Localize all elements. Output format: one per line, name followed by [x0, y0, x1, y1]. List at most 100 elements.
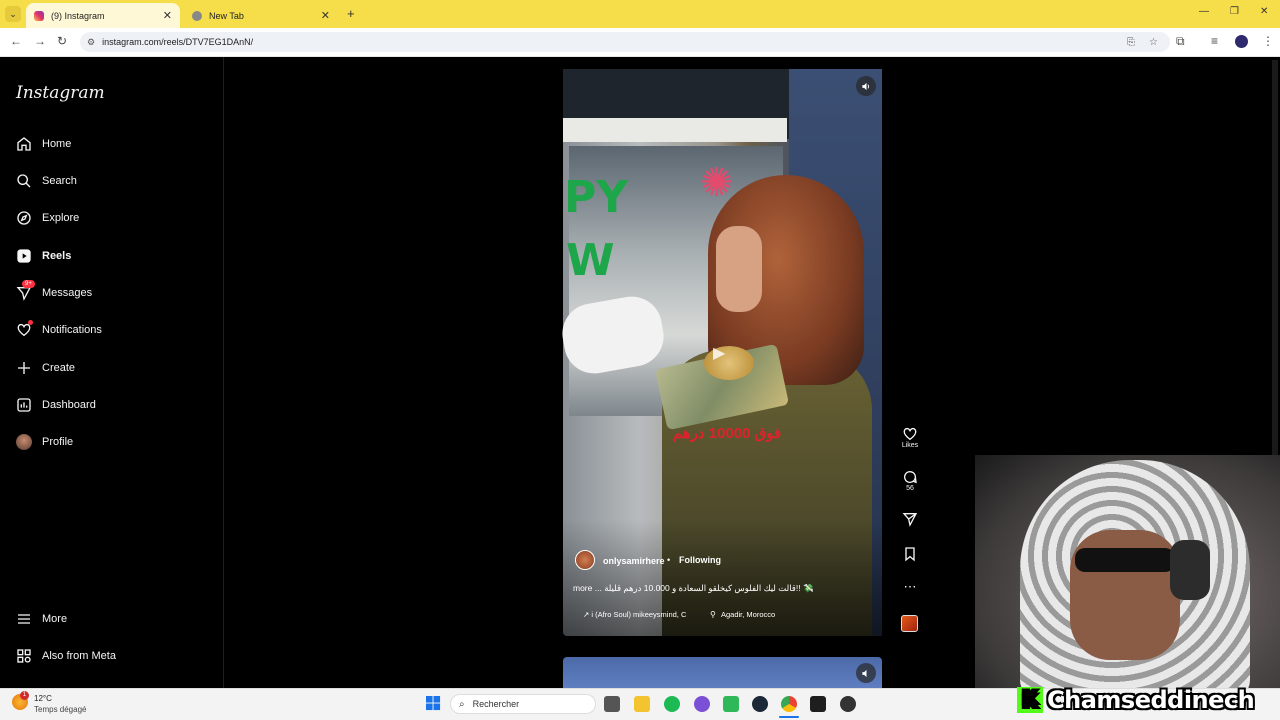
streamer-name-overlay: K Chamseddinech [1017, 686, 1255, 714]
reel-audio-link[interactable]: ↗ i (Afro Soul) mikeeysmind, C [583, 610, 686, 619]
comments-count: 56 [906, 485, 914, 492]
tab-search-icon[interactable]: ⌄ [5, 6, 21, 22]
steam-icon[interactable] [752, 696, 768, 712]
sidebar-item-profile[interactable]: Profile [14, 427, 214, 457]
messages-badge: 9+ [22, 280, 35, 288]
windows-start-icon[interactable] [426, 696, 441, 711]
reel-author-username[interactable]: onlysamirhere [603, 556, 665, 566]
sidebar-item-label: Also from Meta [42, 650, 116, 662]
instagram-favicon-icon [34, 10, 44, 21]
separator-dot: • [667, 555, 671, 565]
sidebar-item-dashboard[interactable]: Dashboard [14, 390, 214, 420]
profile-avatar [14, 432, 34, 452]
volume-icon[interactable] [856, 76, 876, 96]
comment-button[interactable]: 56 [898, 469, 922, 492]
reel-scene-band [563, 118, 787, 142]
plus-icon [14, 358, 34, 378]
sidebar-item-label: Reels [42, 250, 72, 262]
webcam-person-sunglasses [1075, 548, 1175, 572]
tab-label: (9) Instagram [51, 10, 105, 21]
play-icon[interactable]: ▶ [713, 343, 725, 363]
terminal-icon[interactable] [810, 696, 826, 712]
audio-thumbnail[interactable] [901, 615, 918, 632]
active-app-indicator [779, 716, 799, 718]
sidebar-item-more[interactable]: More [14, 604, 214, 634]
sidebar-item-explore[interactable]: Explore [14, 203, 214, 233]
address-bar[interactable]: ⚙ instagram.com/reels/DTV7EG1DAnN/ ⎘ ☆ [80, 32, 1170, 52]
meta-icon [14, 646, 34, 666]
save-button[interactable] [898, 546, 922, 562]
extensions-icon[interactable]: ⧉ [1176, 34, 1185, 49]
taskbar-search[interactable]: ⌕ Rechercher [450, 694, 596, 714]
back-icon[interactable]: ← [10, 34, 22, 48]
volume-icon[interactable] [856, 663, 876, 683]
sidebar-item-home[interactable]: Home [14, 129, 214, 159]
sidebar-item-messages[interactable]: 9+ Messages [14, 278, 214, 308]
compass-icon [14, 208, 34, 228]
comment-icon [904, 471, 917, 484]
minimize-icon[interactable]: — [1199, 6, 1209, 17]
forward-icon[interactable]: → [34, 34, 46, 48]
tab-label: New Tab [209, 10, 244, 21]
search-placeholder: Rechercher [472, 699, 520, 709]
reel-caption[interactable]: more ... قالت ليك الفلوس كيخلقو السعادة … [573, 583, 831, 594]
weather-description[interactable]: Temps dégagé [34, 705, 86, 714]
reel-overlay-text: فوق 10000 درهم [672, 425, 782, 442]
app-icon[interactable] [723, 696, 739, 712]
sidebar-item-search[interactable]: Search [14, 166, 214, 196]
menu-icon [14, 609, 34, 629]
kebab-menu-icon[interactable]: ⋮ [1262, 34, 1274, 48]
tab-close-icon[interactable]: ✕ [321, 9, 330, 22]
avatar [16, 434, 32, 450]
messenger-app-icon[interactable] [694, 696, 710, 712]
sidebar-item-label: Messages [42, 287, 93, 299]
kick-logo: K [1017, 687, 1043, 713]
bookmark-icon [905, 547, 915, 562]
sidebar-item-notifications[interactable]: Notifications [14, 315, 214, 345]
webcam-headset [1170, 540, 1210, 600]
notification-dot [28, 320, 33, 325]
recorder-icon[interactable] [840, 696, 856, 712]
new-tab-icon[interactable]: + [347, 6, 355, 21]
sidebar-item-reels[interactable]: Reels [14, 241, 214, 271]
share-button[interactable] [898, 511, 922, 527]
tab-instagram[interactable]: (9) Instagram ✕ [26, 3, 180, 28]
restore-icon[interactable]: ❐ [1230, 6, 1239, 17]
reel-window-lettering: PY [564, 172, 629, 223]
reel-location[interactable]: Agadir, Morocco [721, 610, 775, 619]
weather-badge: 1 [20, 691, 29, 700]
reel-author-avatar[interactable] [575, 550, 595, 570]
instagram-logo[interactable]: Instagram [16, 83, 105, 103]
site-settings-icon[interactable]: ⚙ [87, 37, 95, 48]
sidebar-item-label: Create [42, 362, 76, 374]
following-button[interactable]: Following [679, 555, 721, 565]
media-controls-icon[interactable]: ≡ [1211, 34, 1218, 48]
weather-temperature[interactable]: 12°C [34, 694, 52, 703]
install-app-icon[interactable]: ⎘ [1127, 37, 1135, 48]
profile-avatar-icon[interactable] [1235, 35, 1248, 48]
sidebar-item-label: More [42, 613, 68, 625]
reload-icon[interactable]: ↻ [57, 34, 67, 48]
reel-scene-person-face [716, 226, 762, 312]
tab-close-icon[interactable]: ✕ [163, 9, 172, 22]
next-reel-video[interactable] [563, 657, 882, 688]
spotify-icon[interactable] [664, 696, 680, 712]
sidebar-item-also-from-meta[interactable]: Also from Meta [14, 641, 214, 671]
chrome-icon[interactable] [781, 696, 797, 712]
likes-label: Likes [901, 442, 919, 449]
more-options-icon[interactable]: ⋯ [898, 579, 922, 595]
tab-new-tab[interactable]: New Tab ✕ [184, 3, 338, 28]
bookmark-star-icon[interactable]: ☆ [1149, 37, 1158, 48]
reel-window-lettering: W [566, 235, 615, 286]
heart-icon [14, 320, 34, 340]
file-explorer-icon[interactable] [634, 696, 650, 712]
location-pin-icon: ⚲ [710, 610, 716, 619]
heart-icon [903, 427, 917, 441]
like-button[interactable]: Likes [898, 426, 922, 449]
window-close-icon[interactable]: ✕ [1260, 6, 1268, 17]
streamer-name: Chamseddinech [1047, 686, 1255, 714]
task-view-icon[interactable] [604, 696, 620, 712]
sidebar-item-label: Home [42, 138, 72, 150]
sidebar-item-create[interactable]: Create [14, 353, 214, 383]
send-icon [902, 513, 918, 527]
